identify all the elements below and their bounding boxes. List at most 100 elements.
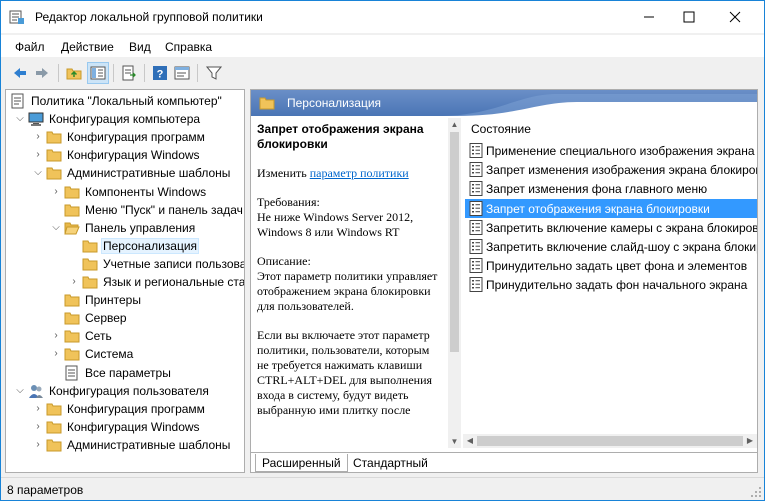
description-scrollbar[interactable]: ▲ ▼ — [448, 118, 461, 448]
menu-file[interactable]: Файл — [15, 40, 45, 54]
settings-list[interactable]: Состояние Применение специального изобра… — [461, 116, 757, 448]
tree-node[interactable]: › Компоненты Windows — [6, 183, 244, 201]
close-button[interactable] — [712, 1, 758, 33]
tree-node[interactable]: ⌵ Конфигурация компьютера — [6, 110, 244, 128]
tree-node[interactable]: › Язык и региональные стандарты — [6, 273, 244, 291]
list-horizontal-scrollbar[interactable]: ◀ ▶ — [463, 434, 757, 448]
policy-setting-row[interactable]: Принудительно задать цвет фона и элемент… — [465, 256, 757, 275]
tree-node[interactable]: Меню "Пуск" и панель задач — [6, 201, 244, 219]
tree-node-label[interactable]: Компоненты Windows — [83, 185, 208, 199]
policy-setting-row[interactable]: Запрет изменения изображения экрана блок… — [465, 160, 757, 179]
tree-node[interactable]: Учетные записи пользователей — [6, 255, 244, 273]
resize-grip-icon[interactable] — [750, 486, 762, 498]
tab-extended[interactable]: Расширенный — [255, 454, 348, 472]
tree-node[interactable]: › Конфигурация Windows — [6, 146, 244, 164]
tree-node[interactable]: Персонализация — [6, 237, 244, 255]
tree-node-label[interactable]: Конфигурация пользователя — [47, 384, 211, 398]
tree-node-label[interactable]: Персонализация — [101, 237, 200, 254]
tree-node-label[interactable]: Конфигурация Windows — [65, 148, 202, 162]
expand-chevron-icon[interactable]: › — [50, 347, 62, 361]
tree-node[interactable]: › Конфигурация Windows — [6, 418, 244, 436]
back-icon — [14, 68, 26, 78]
edit-prefix: Изменить — [257, 166, 307, 180]
tree-node-label[interactable]: Политика "Локальный компьютер" — [29, 94, 224, 108]
tree-node-label[interactable]: Конфигурация компьютера — [47, 112, 202, 126]
tree-node-label[interactable]: Конфигурация Windows — [65, 420, 202, 434]
tree-node-label[interactable]: Система — [83, 347, 135, 361]
expand-chevron-icon[interactable]: › — [32, 148, 44, 162]
tree-node[interactable]: Принтеры — [6, 291, 244, 309]
expand-chevron-icon[interactable]: › — [32, 402, 44, 416]
console-tree[interactable]: Политика "Локальный компьютер" ⌵ Конфигура… — [5, 89, 245, 473]
policy-setting-row[interactable]: Применение специального изображения экра… — [465, 141, 757, 160]
tab-standard[interactable]: Стандартный — [347, 454, 434, 472]
menu-action[interactable]: Действие — [61, 40, 114, 54]
list-scroll-thumb[interactable] — [477, 436, 743, 446]
collapse-chevron-icon[interactable]: ⌵ — [14, 384, 26, 398]
policy-setting-row[interactable]: Запрет отображения экрана блокировки — [465, 198, 757, 218]
tree-node[interactable]: Все параметры — [6, 364, 244, 382]
tree-node[interactable]: › Конфигурация программ — [6, 400, 244, 418]
back-button[interactable] — [9, 62, 31, 84]
tree-node-label[interactable]: Панель управления — [83, 221, 197, 235]
tree-node-label[interactable]: Принтеры — [83, 293, 143, 307]
tree-node[interactable]: › Административные шаблоны — [6, 436, 244, 454]
description-scroll-thumb[interactable] — [450, 132, 459, 352]
edit-policy-link[interactable]: параметр политики — [310, 166, 409, 180]
tree-node-label[interactable]: Административные шаблоны — [65, 166, 232, 180]
policy-setting-label: Применение специального изображения экра… — [486, 144, 755, 158]
show-hide-tree-button[interactable] — [87, 62, 109, 84]
description-text-1: Этот параметр политики управляет отображ… — [257, 269, 438, 313]
filter-button[interactable] — [203, 62, 225, 84]
scroll-right-arrow-icon[interactable]: ▶ — [743, 434, 757, 448]
collapse-chevron-icon[interactable]: ⌵ — [32, 166, 44, 180]
tree-node-label[interactable]: Административные шаблоны — [65, 438, 232, 452]
tree-node-label[interactable]: Конфигурация программ — [65, 130, 207, 144]
expand-chevron-icon[interactable]: › — [32, 130, 44, 144]
export-list-button[interactable] — [118, 62, 140, 84]
folder-icon — [46, 421, 62, 434]
forward-button[interactable] — [31, 62, 53, 84]
policy-icon — [11, 93, 24, 109]
menu-view[interactable]: Вид — [129, 40, 151, 54]
menu-help[interactable]: Справка — [165, 40, 212, 54]
tree-node-label[interactable]: Конфигурация программ — [65, 402, 207, 416]
tree-node-label[interactable]: Учетные записи пользователей — [101, 257, 244, 271]
tree-node[interactable]: › Конфигурация программ — [6, 128, 244, 146]
toolbar-separator — [144, 64, 145, 82]
up-folder-button[interactable] — [63, 62, 85, 84]
expand-chevron-icon[interactable]: › — [32, 438, 44, 452]
title-bar[interactable]: Редактор локальной групповой политики — [1, 1, 764, 33]
help-button[interactable]: ? — [149, 62, 171, 84]
column-header-setting[interactable]: Состояние — [471, 122, 531, 136]
scroll-up-arrow-icon[interactable]: ▲ — [448, 118, 461, 131]
policy-setting-row[interactable]: Принудительно задать фон начального экра… — [465, 275, 757, 294]
collapse-chevron-icon[interactable]: ⌵ — [50, 221, 62, 235]
tree-node[interactable]: ⌵ Конфигурация пользователя — [6, 382, 244, 400]
policy-setting-row[interactable]: Запрет изменения фона главного меню — [465, 179, 757, 198]
tree-node-label[interactable]: Язык и региональные стандарты — [101, 275, 244, 289]
up-folder-icon — [66, 68, 82, 80]
tree-node-label[interactable]: Сервер — [83, 311, 129, 325]
tree-node[interactable]: ⌵ Административные шаблоны — [6, 164, 244, 182]
tree-node-label[interactable]: Все параметры — [83, 366, 173, 380]
tree-node[interactable]: ⌵ Панель управления — [6, 219, 244, 237]
edit-policy-line: Изменить параметр политики — [257, 166, 443, 181]
tree-node[interactable]: Сервер — [6, 309, 244, 327]
expand-chevron-icon[interactable]: › — [50, 185, 62, 199]
tree-node[interactable]: › Сеть — [6, 327, 244, 345]
maximize-button[interactable] — [666, 1, 712, 33]
properties-button[interactable] — [171, 62, 193, 84]
tree-node-label[interactable]: Меню "Пуск" и панель задач — [83, 203, 244, 217]
expand-chevron-icon[interactable]: › — [50, 329, 62, 343]
tree-node[interactable]: Политика "Локальный компьютер" — [6, 92, 244, 110]
scroll-left-arrow-icon[interactable]: ◀ — [463, 434, 477, 448]
expand-chevron-icon[interactable]: › — [68, 275, 80, 289]
collapse-chevron-icon[interactable]: ⌵ — [14, 112, 26, 126]
tree-node-label[interactable]: Сеть — [83, 329, 114, 343]
scroll-down-arrow-icon[interactable]: ▼ — [448, 435, 461, 448]
tree-node[interactable]: › Система — [6, 345, 244, 363]
expand-chevron-icon[interactable]: › — [32, 420, 44, 434]
policy-setting-row[interactable]: Запретить включение слайд-шоу с экрана б… — [465, 237, 757, 256]
policy-setting-row[interactable]: Запретить включение камеры с экрана блок… — [465, 218, 757, 237]
